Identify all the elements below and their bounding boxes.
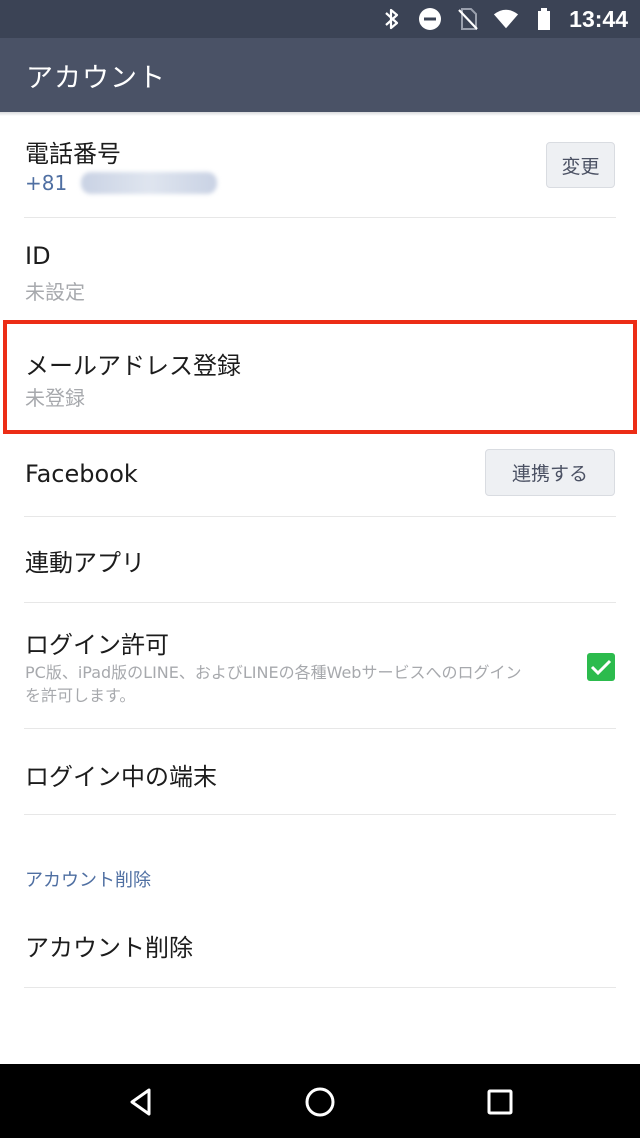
phone-number-title: 電話番号: [25, 140, 121, 168]
id-title: ID: [25, 242, 51, 270]
logged-in-devices-title: ログイン中の端末: [25, 763, 217, 791]
facebook-row[interactable]: Facebook 連携する: [0, 434, 640, 517]
checkmark-icon: [590, 659, 612, 676]
login-permission-row[interactable]: ログイン許可 PC版、iPad版のLINE、およびLINEの各種Webサービスへ…: [0, 603, 640, 729]
page-title: アカウント: [26, 62, 166, 94]
highlight-box: [3, 320, 637, 434]
home-circle-icon[interactable]: [300, 1082, 340, 1122]
login-permission-checkbox[interactable]: [587, 653, 615, 681]
delete-account-title: アカウント削除: [25, 934, 193, 962]
blurred-phone-number: [81, 172, 218, 194]
id-row[interactable]: ID 未設定: [0, 218, 640, 318]
status-bar: 13:44: [0, 0, 640, 38]
phone-number-row[interactable]: 電話番号 +81 変更: [0, 116, 640, 218]
change-phone-button[interactable]: 変更: [546, 142, 615, 188]
no-sim-icon: [455, 6, 481, 32]
battery-icon: [531, 6, 557, 32]
section-header-account-deletion: アカウント削除: [25, 870, 151, 891]
recents-square-icon[interactable]: [480, 1082, 520, 1122]
id-value: 未設定: [25, 280, 85, 304]
back-triangle-icon[interactable]: [121, 1082, 161, 1122]
bluetooth-icon: [379, 6, 405, 32]
wifi-icon: [493, 6, 519, 32]
delete-account-row[interactable]: アカウント削除: [0, 900, 640, 988]
login-permission-description: PC版、iPad版のLINE、およびLINEの各種Webサービスへのログインを許…: [25, 663, 522, 705]
linked-apps-row[interactable]: 連動アプリ: [0, 517, 640, 603]
divider: [24, 987, 616, 988]
divider: [24, 814, 616, 815]
link-facebook-button[interactable]: 連携する: [485, 449, 615, 496]
linked-apps-title: 連動アプリ: [25, 549, 145, 577]
logged-in-devices-row[interactable]: ログイン中の端末: [0, 729, 640, 815]
country-code: +81: [25, 171, 68, 195]
do-not-disturb-icon: [417, 6, 443, 32]
app-bar: アカウント: [0, 38, 640, 112]
facebook-title: Facebook: [25, 460, 138, 488]
status-time: 13:44: [569, 5, 628, 32]
login-permission-title: ログイン許可: [25, 631, 169, 659]
navigation-bar: [0, 1064, 640, 1138]
phone-number-value: +81: [25, 171, 218, 195]
